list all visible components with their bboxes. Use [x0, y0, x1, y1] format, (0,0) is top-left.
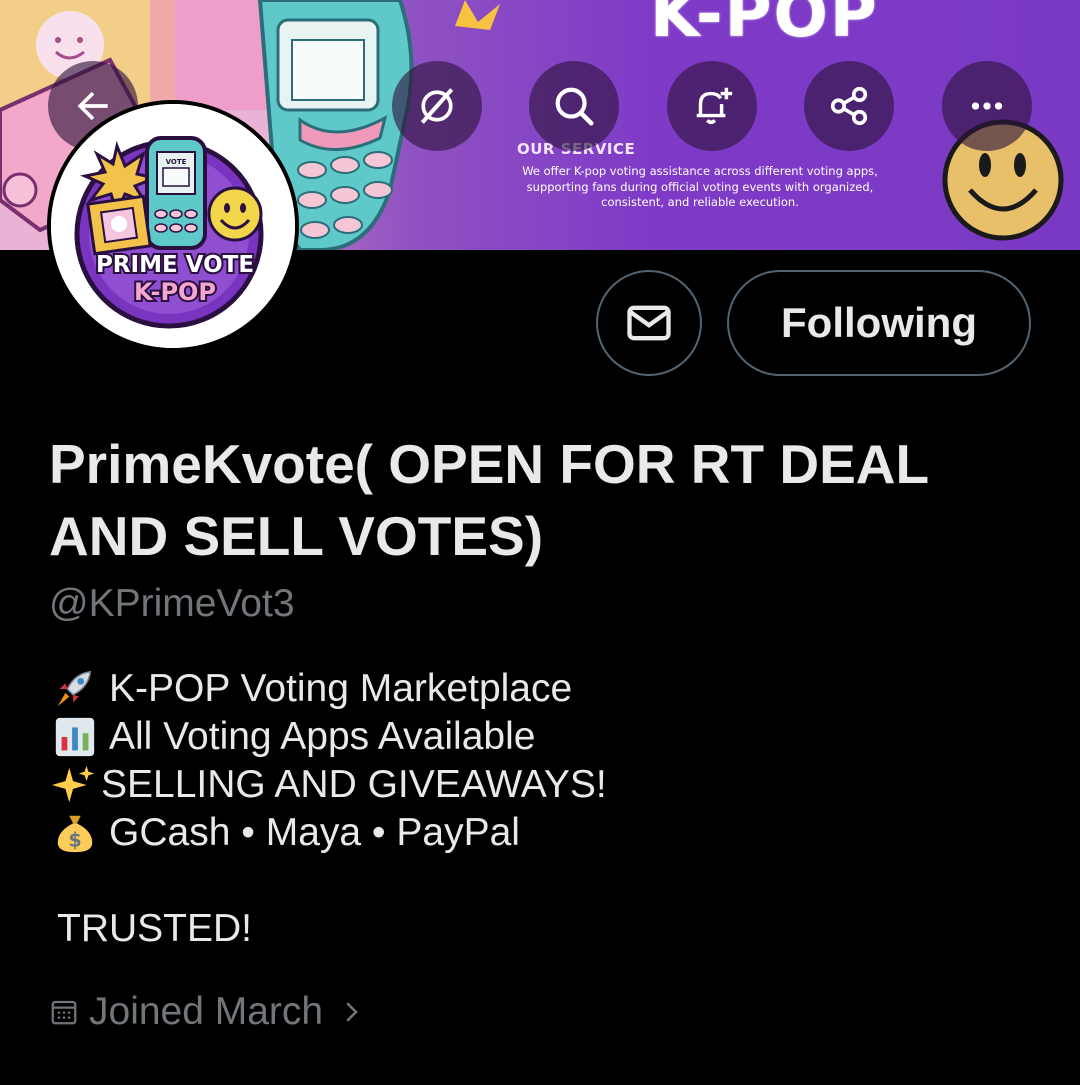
search-button[interactable]: [529, 61, 619, 151]
more-button[interactable]: [942, 61, 1032, 151]
bio-spacer: [49, 857, 1039, 905]
avatar-logo: VOTE PRIME VOTE K-POP: [51, 104, 295, 348]
notification-bell-plus-icon: [696, 87, 733, 125]
bio-line: All Voting Apps Available: [49, 713, 1039, 761]
bar-chart-icon: [49, 715, 101, 759]
profile-bio: K-POP Voting Marketplace All Voting Apps…: [49, 665, 1039, 953]
share-icon: [830, 86, 868, 126]
profile-avatar[interactable]: VOTE PRIME VOTE K-POP: [47, 100, 299, 352]
bio-text: K-POP Voting Marketplace: [109, 667, 573, 710]
grok-icon: [420, 88, 454, 124]
more-icon: [971, 102, 1003, 110]
avatar-line1: PRIME VOTE: [96, 252, 254, 278]
profile-display-name: PrimeKvote( OPEN FOR RT DEAL AND SELL VO…: [49, 433, 929, 567]
joined-date-link[interactable]: Joined March: [49, 990, 363, 1034]
bio-line: TRUSTED!: [49, 905, 1039, 953]
banner-description: We offer K-pop voting assistance across …: [522, 164, 878, 209]
bio-text: All Voting Apps Available: [109, 715, 536, 758]
search-icon: [555, 87, 594, 126]
sparkles-icon: [49, 763, 101, 807]
envelope-icon: [627, 305, 671, 341]
avatar-line2: K-POP: [134, 278, 216, 306]
chevron-right-icon: [339, 997, 363, 1027]
money-bag-icon: $: [49, 811, 101, 855]
joined-text: Joined March: [89, 990, 324, 1033]
bio-line: $ GCash • Maya • PayPal: [49, 809, 1039, 857]
profile-handle: @KPrimeVot3: [49, 582, 295, 625]
calendar-icon: [49, 997, 79, 1027]
bio-text: GCash • Maya • PayPal: [109, 811, 520, 854]
notifications-button[interactable]: [667, 61, 757, 151]
svg-text:$: $: [68, 828, 81, 851]
message-button[interactable]: [596, 270, 702, 376]
grok-button[interactable]: [392, 61, 482, 151]
bio-line: SELLING AND GIVEAWAYS!: [49, 761, 1039, 809]
rocket-icon: [49, 667, 101, 711]
bio-text: SELLING AND GIVEAWAYS!: [101, 763, 607, 806]
bio-text: TRUSTED!: [57, 907, 252, 950]
banner-headline: K-POP: [650, 0, 879, 52]
following-button[interactable]: Following: [727, 270, 1031, 376]
avatar-phone-label: VOTE: [166, 158, 187, 166]
bio-line: K-POP Voting Marketplace: [49, 665, 1039, 713]
share-button[interactable]: [804, 61, 894, 151]
